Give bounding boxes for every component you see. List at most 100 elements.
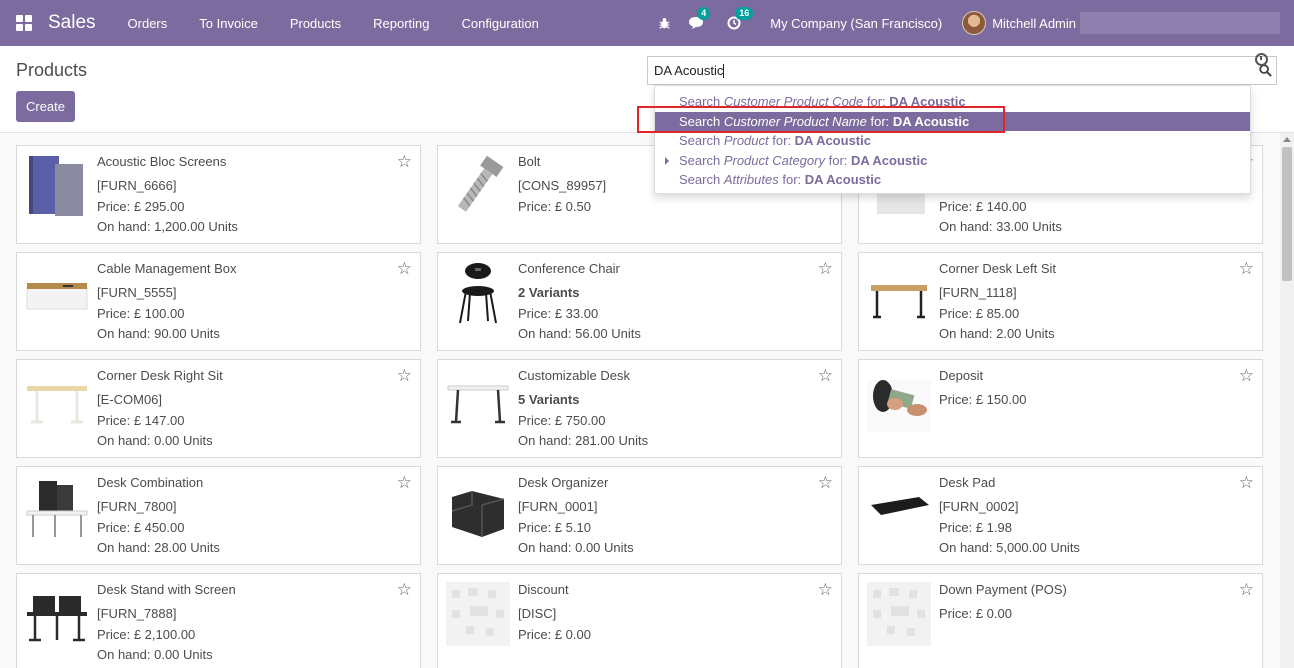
user-avatar[interactable] — [962, 11, 987, 35]
product-price: Price: £ 0.00 — [939, 606, 1012, 621]
product-card[interactable]: Down Payment (POS) Price: £ 0.00 ☆ — [858, 573, 1263, 668]
product-ref: [FURN_6666] — [97, 178, 177, 193]
product-card[interactable]: Cable Management Box [FURN_5555] Price: … — [16, 252, 421, 351]
money-image — [867, 380, 931, 432]
product-ref: [DISC] — [518, 606, 557, 621]
top-navbar: Sales Orders To Invoice Products Reporti… — [0, 0, 1294, 46]
product-card[interactable]: Desk Pad [FURN_0002] Price: £ 1.98 On ha… — [858, 466, 1263, 565]
product-onhand: On hand: 0.00 Units — [97, 647, 213, 662]
star-icon[interactable]: ☆ — [1239, 581, 1254, 598]
desk-stand-image — [27, 596, 87, 642]
product-price: Price: £ 2,100.00 — [97, 627, 196, 642]
product-name: Deposit — [939, 368, 984, 383]
desk-combination-image — [26, 481, 88, 537]
product-name: Discount — [518, 582, 569, 597]
vertical-scrollbar[interactable] — [1280, 133, 1294, 668]
product-price: Price: £ 450.00 — [97, 520, 185, 535]
activity-view-icon[interactable] — [1255, 53, 1268, 66]
company-switcher[interactable]: My Company (San Francisco) — [770, 16, 942, 31]
product-card[interactable]: Desk Combination [FURN_7800] Price: £ 45… — [16, 466, 421, 565]
product-name: Desk Pad — [939, 475, 996, 490]
scrollbar-thumb[interactable] — [1282, 147, 1292, 281]
star-icon[interactable]: ☆ — [397, 153, 412, 170]
create-button[interactable]: Create — [16, 91, 75, 122]
search-input[interactable]: DA Acoustic — [647, 56, 1277, 85]
product-card[interactable]: Customizable Desk 5 Variants Price: £ 75… — [437, 359, 842, 458]
autocomplete-item-customer-product-code[interactable]: Search Customer Product Code for: DA Aco… — [655, 92, 1250, 112]
star-icon[interactable]: ☆ — [397, 367, 412, 384]
star-icon[interactable]: ☆ — [1239, 474, 1254, 491]
star-icon[interactable]: ☆ — [818, 260, 833, 277]
product-ref: [FURN_1118] — [939, 285, 1017, 300]
product-ref: [FURN_0002] — [939, 499, 1019, 514]
autocomplete-item-attributes[interactable]: Search Attributes for: DA Acoustic — [655, 170, 1250, 190]
product-price: Price: £ 140.00 — [939, 199, 1027, 214]
chair-image — [459, 263, 497, 324]
product-card[interactable]: Acoustic Bloc Screens [FURN_6666] Price:… — [16, 145, 421, 244]
product-price: Price: £ 147.00 — [97, 413, 185, 428]
autocomplete-item-product[interactable]: Search Product for: DA Acoustic — [655, 131, 1250, 151]
menu-products[interactable]: Products — [274, 16, 357, 31]
bolt-image — [457, 155, 504, 212]
product-price: Price: £ 85.00 — [939, 306, 1020, 321]
desk-image — [871, 285, 927, 319]
apps-menu-icon[interactable] — [16, 15, 32, 31]
activities-icon[interactable]: 16 — [726, 7, 754, 31]
star-icon[interactable]: ☆ — [397, 260, 412, 277]
product-name: Acoustic Bloc Screens — [97, 154, 227, 169]
menu-configuration[interactable]: Configuration — [446, 16, 555, 31]
menu-to-invoice[interactable]: To Invoice — [183, 16, 274, 31]
product-name: Desk Stand with Screen — [97, 582, 236, 597]
placeholder-image — [867, 582, 931, 646]
desk-image — [447, 385, 509, 424]
desk-image — [27, 386, 87, 424]
user-menu[interactable]: Mitchell Admin — [992, 16, 1076, 31]
product-card[interactable]: Conference Chair 2 Variants Price: £ 33.… — [437, 252, 842, 351]
product-price: Price: £ 100.00 — [97, 306, 185, 321]
app-name[interactable]: Sales — [48, 12, 96, 34]
messages-icon[interactable]: 4 — [688, 7, 711, 31]
product-onhand: On hand: 28.00 Units — [97, 540, 220, 555]
product-card[interactable]: Desk Organizer [FURN_0001] Price: £ 5.10… — [437, 466, 842, 565]
autocomplete-item-customer-product-name[interactable]: Search Customer Product Name for: DA Aco… — [655, 111, 1250, 131]
expand-caret-icon[interactable] — [665, 156, 669, 165]
product-price: Price: £ 750.00 — [518, 413, 606, 428]
product-ref: [FURN_7800] — [97, 499, 177, 514]
product-name: Desk Combination — [97, 475, 204, 490]
product-price: Price: £ 295.00 — [97, 199, 185, 214]
product-name: Desk Organizer — [518, 475, 609, 490]
placeholder-image — [446, 582, 510, 646]
cable-box-image — [26, 283, 88, 310]
star-icon[interactable]: ☆ — [818, 581, 833, 598]
product-card[interactable]: Corner Desk Right Sit [E-COM06] Price: £… — [16, 359, 421, 458]
autocomplete-item-product-category[interactable]: Search Product Category for: DA Acoustic — [655, 151, 1250, 171]
acoustic-screen-image — [29, 156, 83, 216]
menu-reporting[interactable]: Reporting — [357, 16, 445, 31]
product-price: Price: £ 0.50 — [518, 199, 591, 214]
star-icon[interactable]: ☆ — [818, 474, 833, 491]
product-card[interactable]: Discount [DISC] Price: £ 0.00 ☆ — [437, 573, 842, 668]
product-card[interactable]: Deposit Price: £ 150.00 ☆ — [858, 359, 1263, 458]
star-icon[interactable]: ☆ — [818, 367, 833, 384]
product-onhand: On hand: 56.00 Units — [518, 326, 641, 341]
star-icon[interactable]: ☆ — [1239, 260, 1254, 277]
product-ref: [FURN_5555] — [97, 285, 177, 300]
product-onhand: On hand: 1,200.00 Units — [97, 219, 238, 234]
product-onhand: On hand: 2.00 Units — [939, 326, 1055, 341]
product-variants: 2 Variants — [518, 285, 580, 300]
product-name: Corner Desk Right Sit — [97, 368, 223, 383]
product-card[interactable]: Desk Stand with Screen [FURN_7888] Price… — [16, 573, 421, 668]
desk-pad-image — [871, 497, 929, 515]
star-icon[interactable]: ☆ — [397, 474, 412, 491]
product-ref: [E-COM06] — [97, 392, 163, 407]
star-icon[interactable]: ☆ — [1239, 367, 1254, 384]
product-onhand: On hand: 0.00 Units — [518, 540, 634, 555]
product-name: Conference Chair — [518, 261, 620, 276]
star-icon[interactable]: ☆ — [397, 581, 412, 598]
bug-icon[interactable] — [656, 15, 672, 31]
product-name: Customizable Desk — [518, 368, 630, 383]
product-card[interactable]: Corner Desk Left Sit [FURN_1118] Price: … — [858, 252, 1263, 351]
product-ref: [FURN_0001] — [518, 499, 598, 514]
menu-orders[interactable]: Orders — [112, 16, 184, 31]
scroll-up-arrow-icon[interactable] — [1283, 137, 1291, 142]
